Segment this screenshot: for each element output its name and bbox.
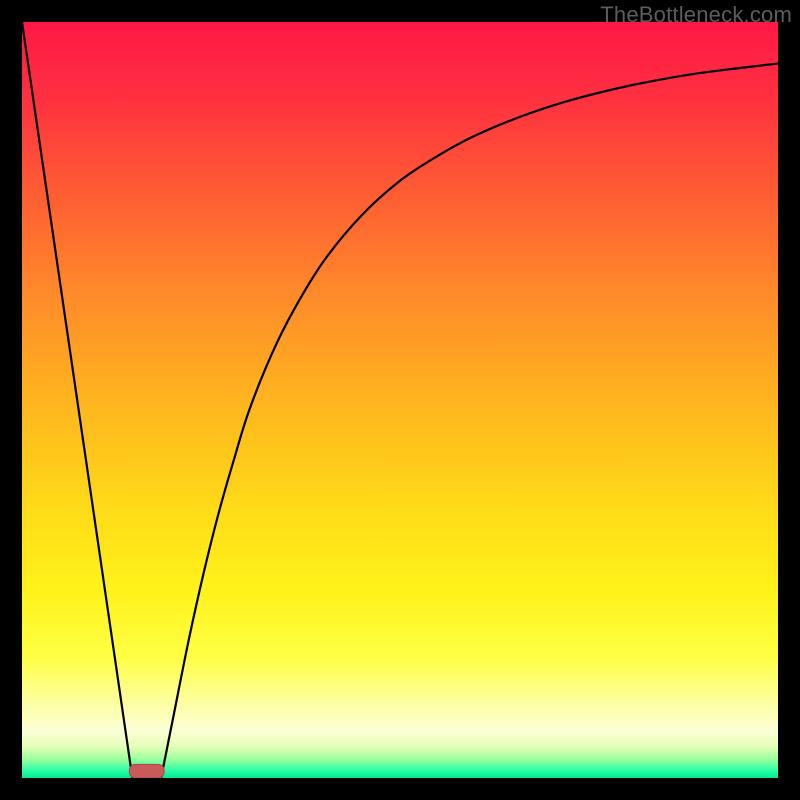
optimal-marker bbox=[129, 764, 164, 778]
plot-area bbox=[22, 22, 778, 778]
watermark-text: TheBottleneck.com bbox=[600, 2, 792, 28]
chart-svg bbox=[22, 22, 778, 778]
bottleneck-chart-figure: TheBottleneck.com bbox=[0, 0, 800, 800]
chart-background-gradient bbox=[22, 22, 778, 778]
